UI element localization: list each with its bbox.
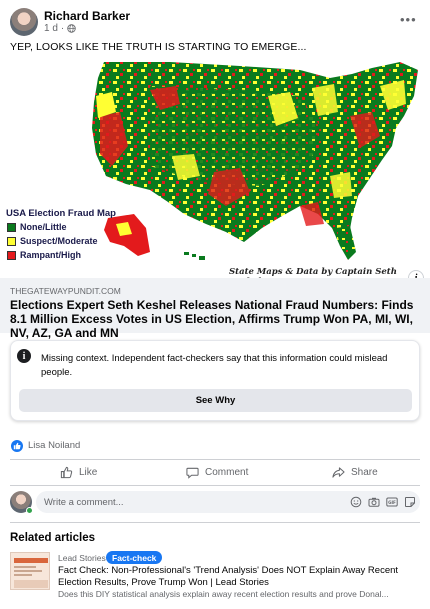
legend-label: Suspect/Moderate (20, 236, 98, 246)
like-button[interactable]: Like (60, 462, 97, 482)
link-title[interactable]: Elections Expert Seth Keshel Releases Na… (10, 298, 425, 340)
gif-icon[interactable]: GIF (386, 496, 398, 508)
post-text: YEP, LOOKS LIKE THE TRUTH IS STARTING TO… (10, 41, 307, 53)
legend-swatch-green (7, 222, 16, 232)
legend-label: None/Little (20, 222, 67, 232)
divider (10, 459, 420, 460)
fact-check-heading: Missing context. (41, 353, 110, 364)
globe-icon (67, 24, 76, 33)
online-status-dot (26, 507, 33, 514)
related-article-source[interactable]: Lead Stories (58, 553, 106, 563)
see-why-button[interactable]: See Why (19, 389, 412, 412)
thumbs-up-icon (60, 466, 73, 479)
comment-label: Comment (205, 466, 249, 478)
comment-bubble-icon (186, 466, 199, 479)
legend-item-rampant: Rampant/High (7, 250, 81, 260)
related-articles-heading: Related articles (10, 532, 96, 544)
divider (10, 522, 420, 523)
legend-swatch-yellow (7, 236, 16, 246)
more-options-icon[interactable]: ••• (400, 12, 417, 27)
camera-icon[interactable] (368, 496, 380, 508)
info-circle-icon: i (17, 349, 31, 363)
legend-swatch-red (7, 250, 16, 260)
svg-text:GIF: GIF (388, 500, 396, 505)
legend-item-suspect: Suspect/Moderate (7, 236, 98, 246)
fact-check-badge: Fact-check (106, 551, 163, 564)
related-article-title[interactable]: Fact Check: Non-Professional's 'Trend An… (58, 565, 418, 588)
post-time[interactable]: 1 d (44, 23, 58, 34)
comment-button[interactable]: Comment (186, 462, 248, 482)
separator-dot: · (60, 23, 65, 34)
legend-item-none: None/Little (7, 222, 67, 232)
link-domain: THEGATEWAYPUNDIT.COM (10, 286, 121, 296)
author-name[interactable]: Richard Barker (44, 9, 130, 23)
post-meta: 1 d · (44, 23, 76, 34)
legend-label: Rampant/High (20, 250, 82, 260)
related-article-thumbnail[interactable] (10, 552, 50, 590)
share-label: Share (351, 466, 378, 478)
author-avatar[interactable] (10, 8, 38, 36)
share-arrow-icon (332, 466, 345, 479)
like-label: Like (79, 466, 98, 478)
map-legend-title: USA Election Fraud Map (6, 208, 116, 219)
reaction-names[interactable]: Lisa Noiland (28, 440, 80, 451)
like-reaction-icon[interactable] (11, 440, 23, 452)
comment-placeholder: Write a comment... (44, 497, 124, 508)
emoji-icon[interactable] (350, 496, 362, 508)
divider (10, 485, 420, 486)
sticker-icon[interactable] (404, 496, 416, 508)
share-button[interactable]: Share (332, 462, 378, 482)
fact-check-text: Missing context. Independent fact-checke… (41, 352, 413, 379)
related-article-description: Does this DIY statistical analysis expla… (58, 589, 389, 599)
